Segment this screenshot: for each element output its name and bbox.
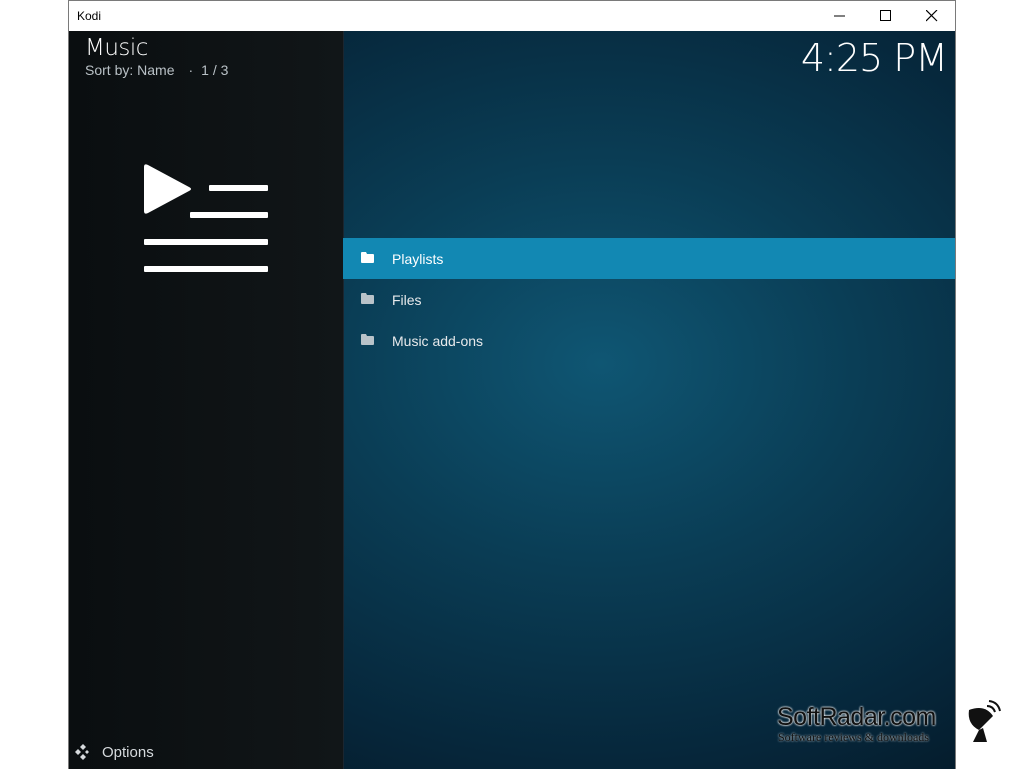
list-item-label: Playlists — [392, 251, 444, 267]
list-item-files[interactable]: Files — [343, 279, 955, 320]
list-item-playlists[interactable]: Playlists — [343, 238, 955, 279]
folder-icon — [361, 293, 374, 304]
playlist-icon — [144, 164, 268, 272]
kodi-window: Kodi Music Sort by: Name · 1 / 3 Options… — [68, 0, 956, 769]
clock: 4:25 PM — [800, 36, 948, 80]
satellite-dish-icon — [968, 700, 1001, 742]
window-title: Kodi — [77, 9, 102, 23]
folder-icon — [361, 252, 374, 263]
title-bar[interactable]: Kodi — [69, 1, 955, 31]
watermark-tagline: Software reviews & downloads — [778, 730, 929, 744]
minimize-button[interactable] — [817, 1, 863, 31]
maximize-icon — [880, 10, 891, 21]
maximize-button[interactable] — [863, 1, 909, 31]
options-label: Options — [102, 744, 154, 761]
sidebar: Music Sort by: Name · 1 / 3 Options — [69, 31, 344, 769]
close-button[interactable] — [909, 1, 955, 31]
page-title: Music — [85, 35, 148, 61]
separator-dot: · — [188, 62, 194, 78]
kodi-options-icon — [75, 744, 89, 760]
sort-info[interactable]: Sort by: Name · 1 / 3 — [85, 62, 234, 78]
list-item-label: Files — [392, 292, 422, 308]
close-icon — [926, 10, 938, 22]
kodi-app: Music Sort by: Name · 1 / 3 Options 4:25… — [69, 31, 955, 769]
softradar-watermark: SoftRadar.com Software reviews & downloa… — [777, 700, 1025, 760]
watermark-name: SoftRadar.com — [777, 703, 936, 731]
list-item-label: Music add-ons — [392, 333, 484, 349]
item-position: 1 / 3 — [201, 62, 229, 78]
folder-icon — [361, 334, 374, 345]
minimize-icon — [834, 15, 845, 17]
list-item-music-add-ons[interactable]: Music add-ons — [343, 320, 955, 361]
sort-label: Sort by: Name — [85, 62, 175, 78]
media-list: Playlists Files Music add-ons — [343, 238, 955, 361]
